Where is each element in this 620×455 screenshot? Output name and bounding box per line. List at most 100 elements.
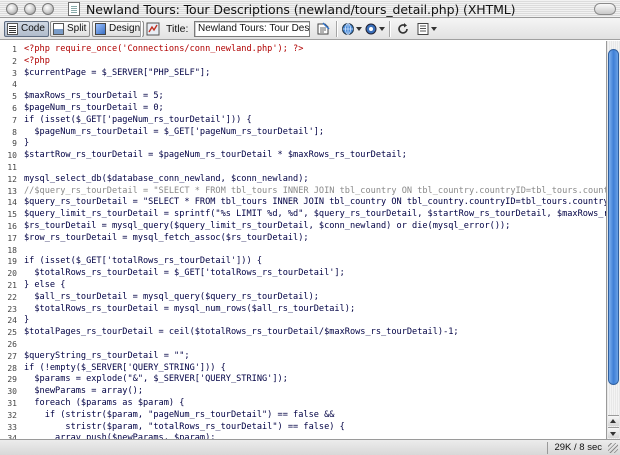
line-number: 13 <box>7 186 17 196</box>
minimize-window-button[interactable] <box>24 3 36 15</box>
code-line[interactable]: 25 $totalPages_rs_tourDetail = ceil($tota… <box>0 327 606 339</box>
code-text[interactable]: $queryString_rs_tourDetail = ""; <box>24 351 190 363</box>
resize-grip[interactable] <box>608 443 618 453</box>
code-line[interactable]: 24} <box>0 315 606 327</box>
zoom-window-button[interactable] <box>42 3 54 15</box>
code-line[interactable]: 32 if (stristr($param, "pageNum_rs_tourD… <box>0 410 606 422</box>
code-text[interactable]: $all_rs_tourDetail = mysql_query($query_… <box>24 292 319 304</box>
preview-globe-icon[interactable] <box>341 22 355 36</box>
code-text[interactable]: } <box>24 315 29 327</box>
code-text[interactable]: $newParams = array(); <box>24 386 143 398</box>
line-number: 24 <box>7 316 17 326</box>
code-line[interactable]: 31 foreach ($params as $param) { <box>0 398 606 410</box>
code-text[interactable]: if (stristr($param, "pageNum_rs_tourDeta… <box>24 410 335 422</box>
code-line[interactable]: 30 $newParams = array(); <box>0 386 606 398</box>
code-view-button[interactable]: Code <box>4 21 49 37</box>
code-text[interactable]: $totalRows_rs_tourDetail = $_GET['totalR… <box>24 268 344 280</box>
code-line[interactable]: 20 $totalRows_rs_tourDetail = $_GET['tot… <box>0 268 606 280</box>
split-view-label: Split <box>67 23 87 34</box>
code-line[interactable]: 23 $totalRows_rs_tourDetail = mysql_num_… <box>0 304 606 316</box>
code-text[interactable]: if (isset($_GET['pageNum_rs_tourDetail']… <box>24 115 252 127</box>
code-line[interactable]: 28 if (!empty($_SERVER['QUERY_STRING'])) … <box>0 363 606 375</box>
code-text[interactable]: $query_limit_rs_tourDetail = sprintf("%s… <box>24 209 606 221</box>
code-text[interactable]: $totalPages_rs_tourDetail = ceil($totalR… <box>24 327 459 339</box>
file-management-icon[interactable] <box>316 22 330 36</box>
code-line[interactable]: 5 $maxRows_rs_tourDetail = 5; <box>0 91 606 103</box>
design-view-label: Design <box>109 23 141 34</box>
code-line[interactable]: 3 $currentPage = $_SERVER["PHP_SELF"]; <box>0 68 606 80</box>
code-line[interactable]: 26 <box>0 339 606 351</box>
scroll-down-arrow[interactable] <box>608 427 619 438</box>
code-text[interactable]: mysql_select_db($database_conn_newland, … <box>24 174 309 186</box>
refresh-icon[interactable] <box>396 22 410 36</box>
chevron-down-icon[interactable] <box>379 27 385 31</box>
code-text[interactable]: $params = explode("&", $_SERVER['QUERY_S… <box>24 374 288 386</box>
split-view-icon <box>53 23 64 35</box>
code-line[interactable]: 22 $all_rs_tourDetail = mysql_query($que… <box>0 292 606 304</box>
code-text[interactable]: $totalRows_rs_tourDetail = mysql_num_row… <box>24 304 355 316</box>
code-line[interactable]: 18 <box>0 245 606 257</box>
code-view-icon <box>7 23 18 35</box>
code-line[interactable]: 1 <?php require_once('Connections/conn_ne… <box>0 44 606 56</box>
code-text[interactable]: <?php <box>24 56 50 68</box>
code-line[interactable]: 12 mysql_select_db($database_conn_newland… <box>0 174 606 186</box>
scrollbar-thumb[interactable] <box>608 49 619 385</box>
vertical-scrollbar[interactable] <box>606 41 620 439</box>
code-text[interactable]: if (!empty($_SERVER['QUERY_STRING'])) { <box>24 363 226 375</box>
code-text[interactable]: <?php require_once('Connections/conn_new… <box>24 44 303 56</box>
line-number: 8 <box>12 127 17 137</box>
live-data-icon[interactable] <box>146 22 160 36</box>
line-number: 25 <box>7 328 17 338</box>
document-title-input[interactable]: Newland Tours: Tour Descri <box>194 21 310 37</box>
code-text[interactable]: $maxRows_rs_tourDetail = 5; <box>24 91 164 103</box>
code-text[interactable]: $startRow_rs_tourDetail = $pageNum_rs_to… <box>24 150 407 162</box>
code-line[interactable]: 10 $startRow_rs_tourDetail = $pageNum_rs_… <box>0 150 606 162</box>
code-text[interactable]: $currentPage = $_SERVER["PHP_SELF"]; <box>24 68 210 80</box>
design-view-button[interactable]: Design <box>92 21 145 37</box>
scroll-up-arrow[interactable] <box>608 415 619 426</box>
code-line[interactable]: 19 if (isset($_GET['totalRows_rs_tourDeta… <box>0 256 606 268</box>
code-text[interactable]: $row_rs_tourDetail = mysql_fetch_assoc($… <box>24 233 309 245</box>
toolbar-toggle-button[interactable] <box>594 3 616 15</box>
code-line[interactable]: 14 $query_rs_tourDetail = "SELECT * FROM … <box>0 197 606 209</box>
title-label: Title: <box>166 23 189 35</box>
view-options-icon[interactable] <box>416 22 430 36</box>
code-text[interactable]: //$query_rs_tourDetail = "SELECT * FROM … <box>24 186 606 198</box>
code-line[interactable]: 33 stristr($param, "totalRows_rs_tourDet… <box>0 422 606 434</box>
code-line[interactable]: 13 //$query_rs_tourDetail = "SELECT * FRO… <box>0 186 606 198</box>
code-line[interactable]: 6 $pageNum_rs_tourDetail = 0; <box>0 103 606 115</box>
code-text[interactable]: if (isset($_GET['totalRows_rs_tourDetail… <box>24 256 262 268</box>
chevron-down-icon[interactable] <box>356 27 362 31</box>
code-line[interactable]: 21 } else { <box>0 280 606 292</box>
code-text[interactable]: $query_rs_tourDetail = "SELECT * FROM tb… <box>24 197 606 209</box>
code-line[interactable]: 17 $row_rs_tourDetail = mysql_fetch_assoc… <box>0 233 606 245</box>
code-line[interactable]: 4 <box>0 79 606 91</box>
window-title: Newland Tours: Tour Descriptions (newlan… <box>86 2 516 17</box>
code-line[interactable]: 11 <box>0 162 606 174</box>
debug-icon[interactable] <box>364 22 378 36</box>
window-title-bar[interactable]: Newland Tours: Tour Descriptions (newlan… <box>0 0 620 18</box>
code-line[interactable]: 9} <box>0 138 606 150</box>
split-view-button[interactable]: Split <box>50 21 91 37</box>
code-text[interactable]: } <box>24 138 29 150</box>
code-line[interactable]: 27 $queryString_rs_tourDetail = ""; <box>0 351 606 363</box>
code-editor[interactable]: 1 <?php require_once('Connections/conn_ne… <box>0 41 606 439</box>
code-line[interactable]: 16 $rs_tourDetail = mysql_query($query_li… <box>0 221 606 233</box>
code-line[interactable]: 7 if (isset($_GET['pageNum_rs_tourDetail'… <box>0 115 606 127</box>
code-line[interactable]: 2 <?php <box>0 56 606 68</box>
code-line[interactable]: 29 $params = explode("&", $_SERVER['QUER… <box>0 374 606 386</box>
code-text[interactable]: $pageNum_rs_tourDetail = 0; <box>24 103 164 115</box>
code-line[interactable]: 15 $query_limit_rs_tourDetail = sprintf("… <box>0 209 606 221</box>
line-number: 21 <box>7 281 17 290</box>
line-number: 14 <box>7 198 17 208</box>
chevron-down-icon[interactable] <box>431 27 437 31</box>
line-number: 6 <box>12 104 17 113</box>
line-number: 31 <box>7 399 17 408</box>
code-text[interactable]: } else { <box>24 280 65 292</box>
close-window-button[interactable] <box>6 3 18 15</box>
code-line[interactable]: 8 $pageNum_rs_tourDetail = $_GET['pageNu… <box>0 127 606 139</box>
code-text[interactable]: $rs_tourDetail = mysql_query($query_limi… <box>24 221 510 233</box>
code-text[interactable]: $pageNum_rs_tourDetail = $_GET['pageNum_… <box>24 127 324 139</box>
code-text[interactable]: foreach ($params as $param) { <box>24 398 184 410</box>
code-text[interactable]: stristr($param, "totalRows_rs_tourDetail… <box>24 422 344 434</box>
